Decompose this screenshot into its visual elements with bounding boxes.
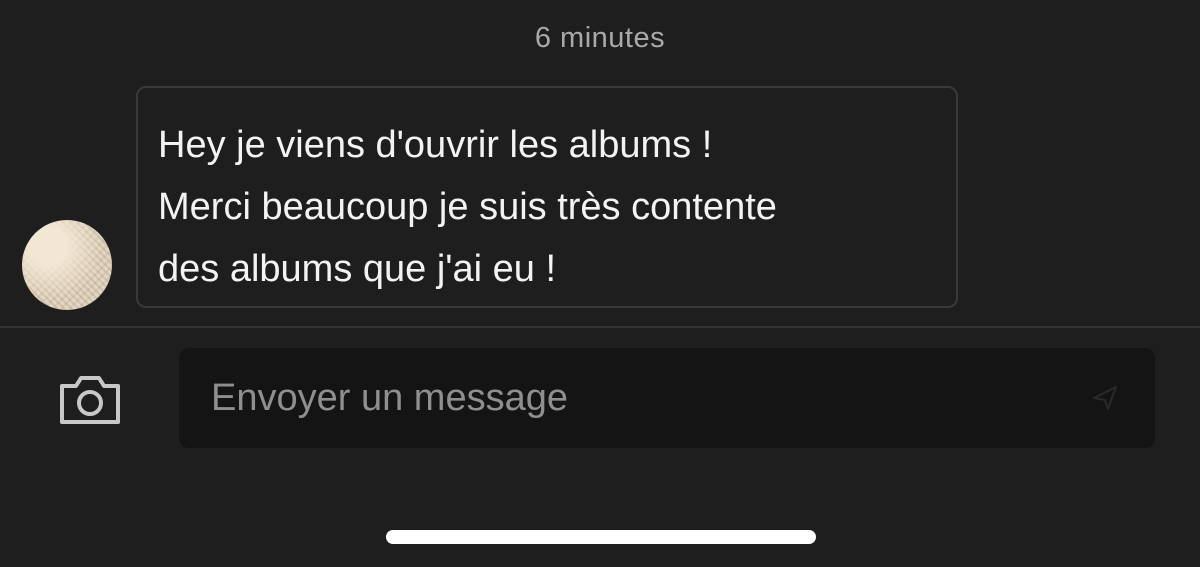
send-icon[interactable] (1090, 383, 1120, 413)
home-indicator (386, 530, 816, 544)
message-input[interactable] (179, 348, 1155, 448)
message-line: Merci beaucoup je suis très contente (158, 186, 777, 228)
message-line: Hey je viens d'ouvrir les albums ! (158, 124, 713, 166)
sender-avatar[interactable] (22, 220, 112, 310)
message-line: des albums que j'ai eu ! (158, 248, 557, 290)
message-timestamp: 6 minutes (534, 22, 666, 54)
message-bubble[interactable]: Hey je viens d'ouvrir les albums ! Merci… (136, 86, 958, 308)
composer-divider (0, 326, 1200, 328)
camera-icon[interactable] (56, 372, 124, 428)
